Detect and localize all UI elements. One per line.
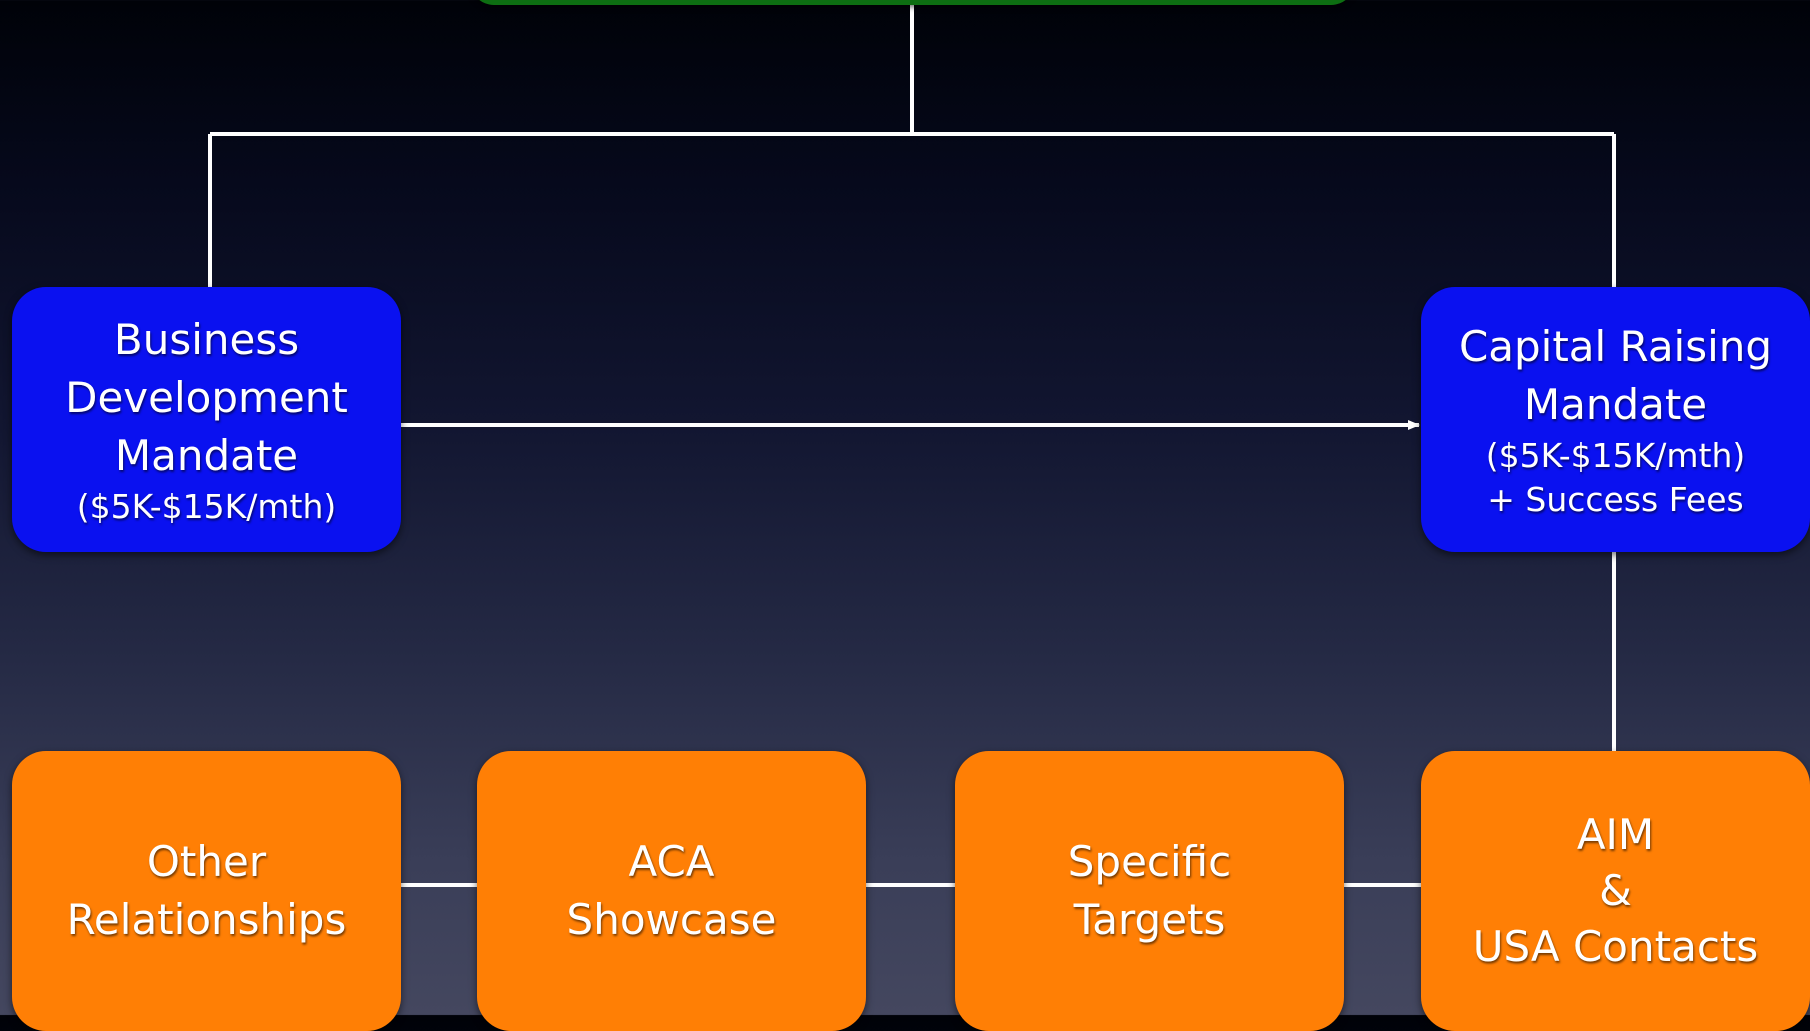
business-development-title: Business Development Mandate <box>65 314 348 480</box>
other-relationships-node: Other Relationships <box>12 751 401 1031</box>
business-development-mandate-node: Business Development Mandate ($5K-$15K/m… <box>12 287 401 552</box>
other-relationships-title: Other Relationships <box>66 837 347 944</box>
aim-usa-contacts-node: AIM & USA Contacts <box>1421 751 1810 1031</box>
capital-raising-title: Capital Raising Mandate <box>1458 321 1773 429</box>
top-node <box>470 0 1355 5</box>
capital-raising-mandate-node: Capital Raising Mandate ($5K-$15K/mth) +… <box>1421 287 1810 552</box>
capital-raising-fee: ($5K-$15K/mth) + Success Fees <box>1485 435 1746 519</box>
aca-showcase-node: ACA Showcase <box>477 751 866 1031</box>
specific-targets-node: Specific Targets <box>955 751 1344 1031</box>
business-development-fee: ($5K-$15K/mth) <box>76 486 337 526</box>
aim-usa-contacts-title: AIM & USA Contacts <box>1472 810 1759 971</box>
specific-targets-title: Specific Targets <box>1067 837 1232 944</box>
aca-showcase-title: ACA Showcase <box>566 837 777 944</box>
